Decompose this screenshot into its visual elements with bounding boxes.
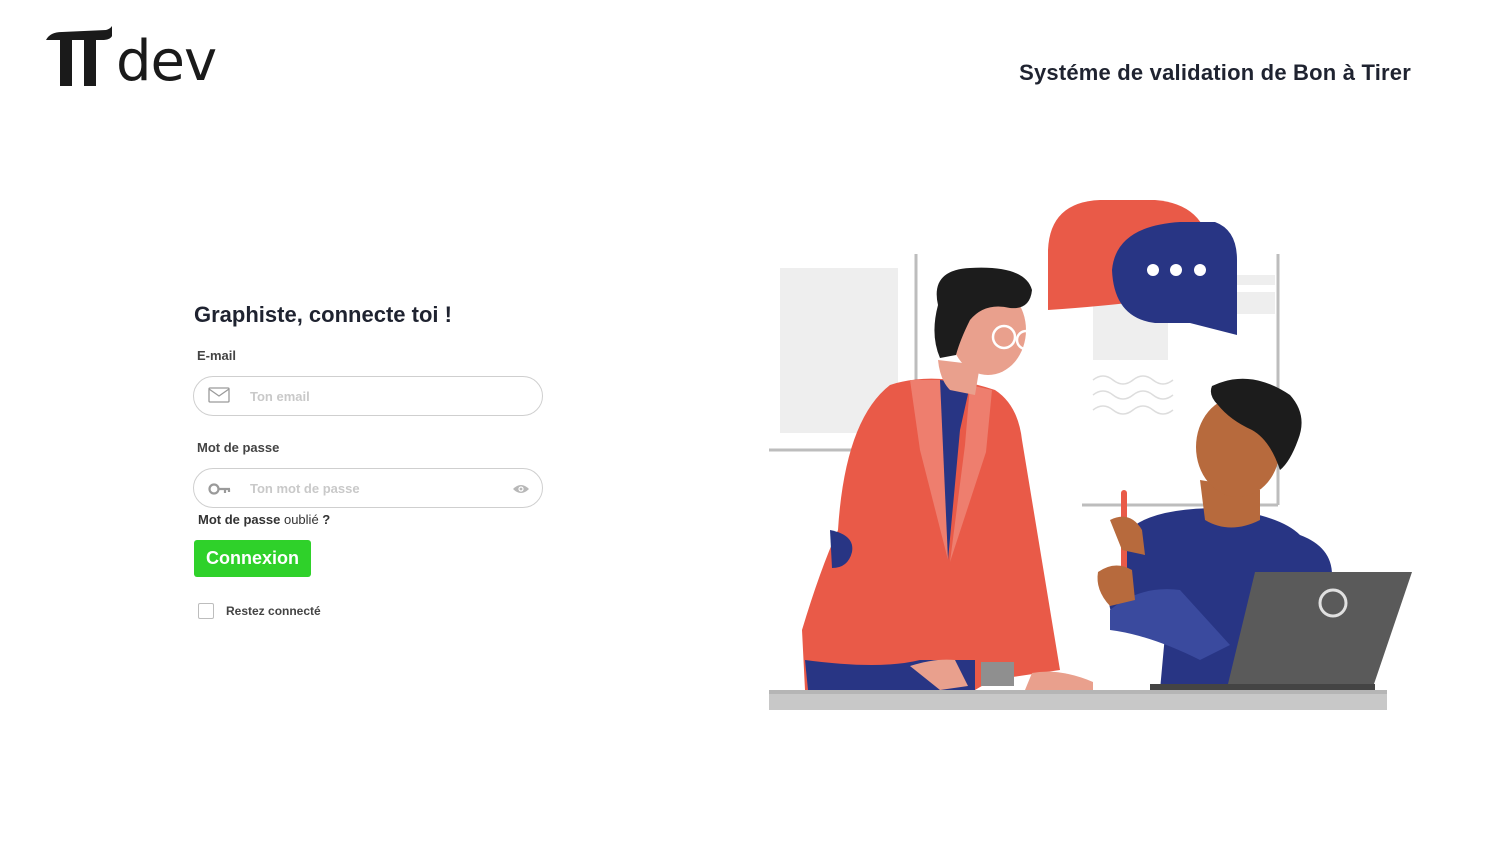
remember-me: Restez connecté [198, 603, 546, 619]
forgot-mark: ? [322, 512, 331, 527]
logo-text: dev [116, 29, 217, 94]
eye-icon[interactable] [512, 482, 530, 500]
brand-logo: dev [44, 26, 217, 94]
password-input[interactable] [248, 468, 502, 508]
remember-label: Restez connecté [226, 604, 321, 618]
login-form: Graphiste, connecte toi ! E-mail Mot de … [193, 302, 546, 619]
login-heading: Graphiste, connecte toi ! [194, 302, 452, 327]
email-label: E-mail [197, 348, 237, 363]
forgot-bold: Mot de passe [198, 512, 281, 527]
password-field-wrapper [193, 468, 543, 508]
two-people-illustration [769, 200, 1412, 710]
pi-logo-icon [46, 26, 112, 86]
forgot-password-link[interactable]: Mot de passe oublié ? [198, 512, 546, 527]
remember-checkbox[interactable] [198, 603, 214, 619]
envelope-icon [208, 386, 230, 409]
email-field-wrapper [193, 376, 543, 416]
app-title: Systéme de validation de Bon à Tirer [1019, 60, 1411, 85]
key-icon [208, 481, 232, 502]
email-input[interactable] [248, 376, 502, 416]
login-button[interactable]: Connexion [194, 540, 311, 577]
forgot-plain: oublié [280, 512, 323, 527]
password-label: Mot de passe [197, 440, 280, 455]
hero-illustration [760, 190, 1420, 725]
